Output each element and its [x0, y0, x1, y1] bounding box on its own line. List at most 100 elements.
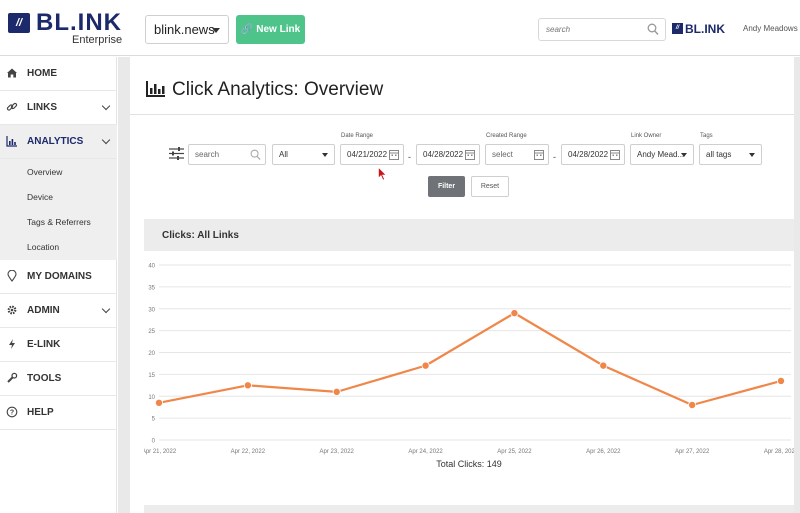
y-tick-label: 25 — [148, 329, 155, 335]
link-owner-select[interactable]: Andy Mead... — [630, 144, 694, 165]
y-tick-label: 40 — [148, 264, 155, 270]
created-range-from-placeholder: select — [492, 150, 513, 159]
date-range-separator: - — [408, 152, 411, 162]
sidebar-item-label: LINKS — [27, 102, 57, 113]
home-icon — [7, 68, 17, 78]
sidebar-item-label: HOME — [27, 68, 57, 79]
calendar-icon[interactable] — [610, 149, 620, 160]
sidebar-item-home[interactable]: HOME — [0, 57, 117, 91]
blink-logo[interactable]: // BL.INK Enterprise — [8, 10, 124, 48]
sidebar-item-label: TOOLS — [27, 373, 62, 384]
date-range-to-value: 04/28/2022 — [423, 150, 464, 159]
brand-small-text: BL.INK — [685, 22, 725, 36]
new-link-button[interactable]: 🔗 New Link — [236, 15, 305, 44]
page-title-text: Click Analytics: Overview — [172, 79, 384, 100]
sidebar-item-my-domains[interactable]: MY DOMAINS — [0, 260, 117, 294]
wrench-icon — [7, 372, 18, 383]
data-point — [777, 376, 786, 385]
mouse-cursor-icon — [378, 167, 387, 181]
logo-text: BL.INK — [36, 9, 122, 36]
bar-chart-icon — [146, 81, 165, 97]
gear-icon — [7, 305, 17, 315]
created-range-from-input[interactable]: select — [485, 144, 549, 165]
sidebar-item-analytics[interactable]: ANALYTICS — [0, 125, 117, 159]
subnav-item-tags-referrers[interactable]: Tags & Referrers — [27, 217, 91, 227]
y-tick-label: 15 — [148, 373, 155, 379]
next-card-header — [144, 505, 794, 513]
content-gutter — [118, 57, 130, 513]
header-search[interactable] — [538, 18, 666, 41]
bolt-icon — [9, 339, 15, 349]
content-gutter-right — [794, 57, 800, 513]
bar-chart-icon — [6, 136, 17, 147]
x-tick-label: Apr 23, 2022 — [320, 449, 355, 455]
chart-title: Clicks: All Links — [162, 230, 239, 241]
y-tick-label: 30 — [148, 307, 155, 313]
link-type-value: All — [279, 150, 288, 159]
x-tick-label: Apr 26, 2022 — [586, 449, 621, 455]
created-range-label: Created Range — [486, 133, 527, 139]
x-tick-label: Apr 24, 2022 — [408, 449, 443, 455]
search-icon[interactable] — [647, 23, 659, 36]
created-range-to-input[interactable]: 04/28/2022 — [561, 144, 625, 165]
created-range-to-value: 04/28/2022 — [568, 150, 609, 159]
x-tick-label: Apr 21, 2022 — [144, 449, 177, 455]
user-menu[interactable]: Andy Meadows — [743, 24, 800, 33]
domain-select-value: blink.news — [154, 22, 215, 37]
link-owner-value: Andy Mead... — [637, 150, 685, 159]
svg-text:?: ? — [10, 409, 14, 416]
sidebar-item-help[interactable]: ? HELP — [0, 396, 117, 430]
date-range-label: Date Range — [341, 133, 374, 139]
clicks-chart-card: Clicks: All Links 0 5 10 15 20 25 30 35 40 Apr 21… — [144, 219, 794, 479]
chevron-down-icon — [101, 101, 111, 111]
caret-down-icon — [322, 153, 328, 157]
user-name: Andy Meadows — [743, 24, 798, 33]
link-icon — [6, 102, 18, 111]
tags-select[interactable]: all tags — [699, 144, 762, 165]
sidebar-item-label: ADMIN — [27, 305, 60, 316]
tags-value: all tags — [706, 150, 732, 159]
search-icon — [250, 149, 261, 160]
main-content: Click Analytics: Overview search All Dat… — [130, 57, 794, 513]
data-point — [599, 361, 608, 370]
data-point — [154, 398, 163, 407]
subnav-item-device[interactable]: Device — [27, 192, 53, 202]
sidebar-item-label: MY DOMAINS — [27, 271, 92, 282]
new-link-label: New Link — [256, 24, 301, 35]
header-search-input[interactable] — [539, 19, 639, 40]
subnav-item-overview[interactable]: Overview — [27, 167, 62, 177]
sidebar: HOME LINKS ANALYTICS Overview Device Tag… — [0, 57, 117, 513]
y-tick-label: 35 — [148, 285, 155, 291]
calendar-icon[interactable] — [389, 149, 399, 160]
caret-down-icon — [212, 28, 220, 33]
link-type-select[interactable]: All — [272, 144, 335, 165]
sidebar-item-tools[interactable]: TOOLS — [0, 362, 117, 396]
date-range-from-value: 04/21/2022 — [347, 150, 388, 159]
clicks-line-chart: 0 5 10 15 20 25 30 35 40 Apr 21, 2022 Apr 22, 2022… — [144, 264, 794, 456]
y-tick-label: 0 — [152, 439, 156, 445]
reset-button[interactable]: Reset — [471, 176, 509, 197]
data-point — [243, 381, 252, 390]
domain-select[interactable]: blink.news — [145, 15, 229, 44]
question-circle-icon: ? — [6, 406, 18, 418]
date-range-from-input[interactable]: 04/21/2022 — [340, 144, 404, 165]
calendar-icon[interactable] — [465, 149, 475, 160]
sidebar-item-label: ANALYTICS — [27, 136, 84, 147]
location-pin-icon — [7, 270, 17, 282]
filter-button[interactable]: Filter — [428, 176, 465, 197]
sidebar-item-e-link[interactable]: E-LINK — [0, 328, 117, 362]
subnav-item-location[interactable]: Location — [27, 242, 59, 252]
calendar-icon[interactable] — [534, 149, 544, 160]
title-divider — [130, 114, 794, 115]
y-tick-label: 20 — [148, 351, 155, 357]
date-range-to-input[interactable]: 04/28/2022 — [416, 144, 480, 165]
sliders-icon[interactable] — [169, 147, 184, 160]
sidebar-item-links[interactable]: LINKS — [0, 91, 117, 125]
sidebar-item-admin[interactable]: ADMIN — [0, 294, 117, 328]
y-tick-label: 5 — [152, 417, 156, 423]
brand-mark-icon: // — [672, 23, 683, 34]
chevron-down-icon — [101, 304, 111, 314]
tags-label: Tags — [700, 133, 713, 139]
filter-search-input[interactable]: search — [188, 144, 266, 165]
y-tick-label: 10 — [148, 395, 155, 401]
